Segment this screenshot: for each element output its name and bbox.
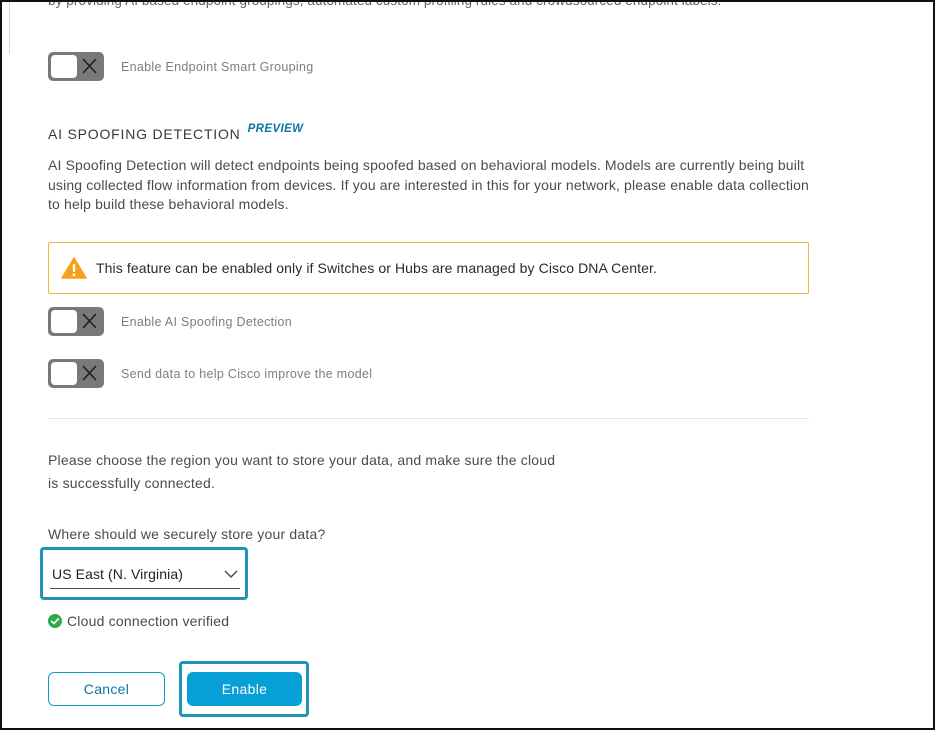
region-select-value: US East (N. Virginia) bbox=[52, 565, 183, 582]
send-data-row: Send data to help Cisco improve the mode… bbox=[48, 359, 372, 388]
region-select-highlight: US East (N. Virginia) bbox=[40, 547, 248, 600]
preview-badge: PREVIEW bbox=[247, 123, 304, 135]
section-divider bbox=[48, 418, 809, 419]
region-select[interactable]: US East (N. Virginia) bbox=[50, 559, 240, 589]
smart-grouping-row: Enable Endpoint Smart Grouping bbox=[48, 52, 313, 81]
region-question: Where should we securely store your data… bbox=[48, 526, 326, 542]
close-icon bbox=[82, 58, 97, 74]
check-circle-icon bbox=[48, 614, 62, 628]
cloud-status-text: Cloud connection verified bbox=[67, 613, 230, 629]
send-data-label: Send data to help Cisco improve the mode… bbox=[121, 366, 373, 381]
close-icon bbox=[82, 365, 97, 381]
cloud-status: Cloud connection verified bbox=[48, 613, 229, 629]
smart-grouping-toggle[interactable] bbox=[48, 52, 104, 81]
warning-banner: This feature can be enabled only if Swit… bbox=[48, 242, 809, 294]
spoofing-detection-row: Enable AI Spoofing Detection bbox=[48, 307, 292, 336]
send-data-toggle[interactable] bbox=[48, 359, 104, 388]
ai-spoofing-description: AI Spoofing Detection will detect endpoi… bbox=[48, 157, 809, 212]
section-heading: AI SPOOFING DETECTION bbox=[48, 126, 241, 142]
toggle-knob bbox=[51, 310, 77, 333]
warning-text: This feature can be enabled only if Swit… bbox=[96, 260, 658, 276]
warning-icon bbox=[61, 257, 87, 279]
close-icon bbox=[82, 313, 97, 329]
spoofing-detection-label: Enable AI Spoofing Detection bbox=[121, 314, 293, 329]
smart-grouping-description: by providing AI based endpoint groupings… bbox=[48, 0, 722, 8]
left-panel-edge bbox=[0, 0, 10, 54]
enable-button[interactable]: Enable bbox=[187, 672, 302, 706]
chevron-down-icon bbox=[224, 569, 238, 578]
ai-spoofing-title: AI SPOOFING DETECTION PREVIEW bbox=[48, 123, 304, 142]
cancel-button[interactable]: Cancel bbox=[48, 672, 165, 706]
smart-grouping-label: Enable Endpoint Smart Grouping bbox=[121, 59, 314, 74]
toggle-knob bbox=[51, 362, 77, 385]
region-instructions: Please choose the region you want to sto… bbox=[48, 452, 556, 491]
toggle-knob bbox=[51, 55, 77, 78]
spoofing-detection-toggle[interactable] bbox=[48, 307, 104, 336]
